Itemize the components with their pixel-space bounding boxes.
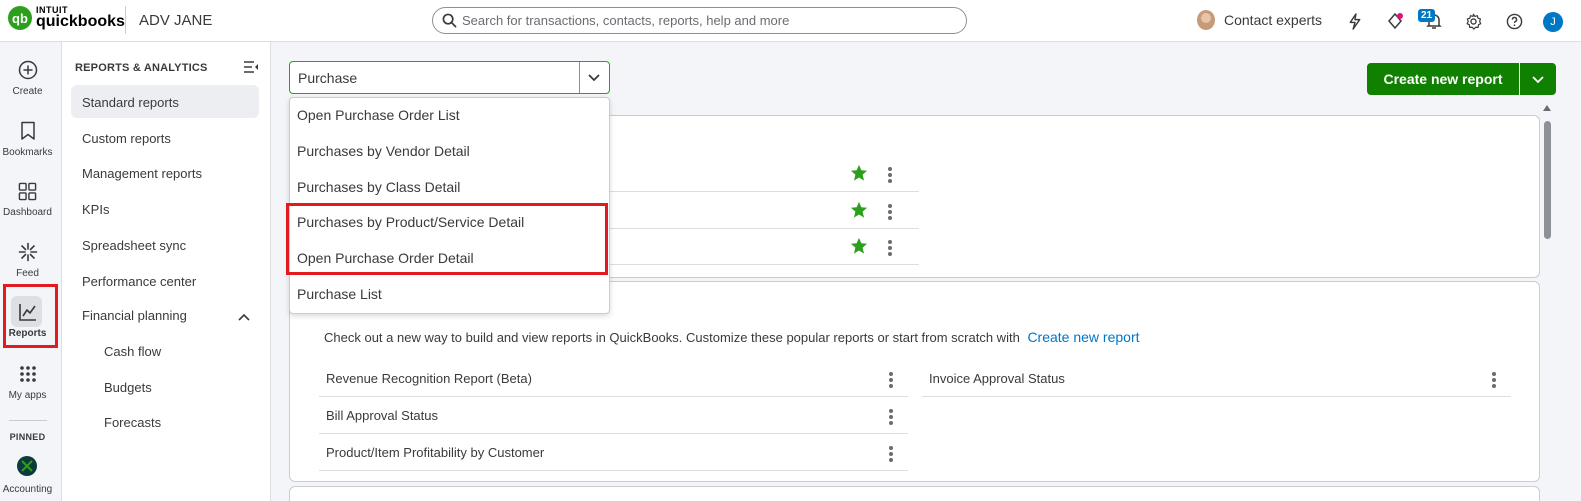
- rail-item-feed[interactable]: Feed: [0, 240, 55, 279]
- reports-subnav: REPORTS & ANALYTICS Standard reports Cus…: [62, 42, 271, 501]
- search-icon: [442, 13, 457, 31]
- report-search-combobox[interactable]: Purchase: [289, 61, 610, 94]
- rail-item-bookmarks[interactable]: Bookmarks: [0, 119, 55, 158]
- nav-item-cash-flow[interactable]: Cash flow: [104, 344, 161, 359]
- contact-experts-label: Contact experts: [1224, 12, 1323, 28]
- dropdown-option[interactable]: Purchases by Class Detail: [297, 179, 460, 195]
- favorite-star-icon[interactable]: [850, 201, 868, 222]
- rail-item-create[interactable]: Create: [0, 58, 55, 97]
- logo-product-text: quickbooks: [36, 13, 125, 30]
- contact-experts-button[interactable]: Contact experts: [1197, 10, 1322, 30]
- nav-item-forecasts[interactable]: Forecasts: [104, 415, 161, 430]
- report-name[interactable]: Invoice Approval Status: [929, 371, 1065, 386]
- report-name[interactable]: Revenue Recognition Report (Beta): [326, 371, 532, 386]
- more-options-icon[interactable]: [1492, 372, 1496, 390]
- create-new-report-button[interactable]: Create new report: [1367, 63, 1519, 95]
- nav-item-standard-reports[interactable]: Standard reports: [82, 95, 179, 110]
- nav-item-management-reports[interactable]: Management reports: [82, 166, 202, 181]
- nav-item-custom-reports[interactable]: Custom reports: [82, 131, 171, 146]
- report-name[interactable]: Bill Approval Status: [326, 408, 438, 423]
- more-options-icon[interactable]: [888, 240, 892, 258]
- qb-logo-icon: qb: [8, 6, 32, 30]
- expert-avatar: [1197, 10, 1215, 30]
- nav-item-budgets[interactable]: Budgets: [104, 380, 152, 395]
- rail-label: Dashboard: [3, 207, 52, 218]
- nav-item-spreadsheet-sync[interactable]: Spreadsheet sync: [82, 238, 186, 253]
- chevron-down-icon: [1532, 76, 1544, 84]
- report-search-value[interactable]: Purchase: [298, 70, 357, 86]
- modern-reports-intro: Check out a new way to build and view re…: [324, 329, 1140, 345]
- bookmark-icon: [16, 119, 40, 143]
- more-options-icon[interactable]: [889, 372, 893, 390]
- rail-label: Feed: [16, 268, 39, 279]
- report-row[interactable]: Invoice Approval Status: [922, 360, 1511, 397]
- rail-divider: [9, 420, 47, 421]
- more-options-icon[interactable]: [888, 167, 892, 185]
- chevron-down-icon[interactable]: [587, 70, 601, 87]
- favorite-star-icon[interactable]: [850, 164, 868, 185]
- user-avatar[interactable]: J: [1543, 12, 1563, 32]
- nav-item-performance-center[interactable]: Performance center: [82, 274, 196, 289]
- notifications-badge: 21: [1418, 9, 1436, 22]
- dropdown-option[interactable]: Purchase List: [297, 286, 382, 302]
- collapse-menu-icon[interactable]: [243, 60, 259, 77]
- lightning-icon[interactable]: [1346, 12, 1364, 30]
- global-search[interactable]: [432, 7, 967, 34]
- rail-label: Bookmarks: [2, 147, 53, 158]
- header-divider: [125, 6, 126, 34]
- next-card: [289, 486, 1540, 501]
- report-name[interactable]: Product/Item Profitability by Customer: [326, 445, 544, 460]
- pinned-heading: PINNED: [9, 432, 46, 442]
- top-bar: qb INTUIT quickbooks ADV JANE Contact ex…: [0, 0, 1581, 42]
- plus-circle-icon: [16, 58, 40, 82]
- assistant-icon[interactable]: [1386, 12, 1404, 30]
- gear-icon[interactable]: [1464, 12, 1482, 30]
- combobox-divider: [579, 62, 580, 93]
- rail-label: Accounting: [2, 484, 53, 495]
- search-input[interactable]: [462, 11, 957, 30]
- chevron-up-icon[interactable]: [238, 309, 250, 324]
- apps-grid-icon: [16, 362, 40, 386]
- more-options-icon[interactable]: [889, 446, 893, 464]
- dropdown-highlight-box: [286, 203, 608, 275]
- rail-item-dashboard[interactable]: Dashboard: [0, 179, 55, 218]
- intro-text: Check out a new way to build and view re…: [324, 330, 1020, 345]
- more-options-icon[interactable]: [889, 409, 893, 427]
- dropdown-option[interactable]: Open Purchase Order List: [297, 107, 460, 123]
- report-row[interactable]: Bill Approval Status: [319, 397, 908, 434]
- help-icon[interactable]: [1505, 12, 1523, 30]
- subnav-heading: REPORTS & ANALYTICS: [75, 62, 208, 74]
- vertical-scrollbar[interactable]: [1543, 105, 1552, 501]
- dropdown-option[interactable]: Purchases by Vendor Detail: [297, 143, 470, 159]
- report-row[interactable]: Product/Item Profitability by Customer: [319, 434, 908, 471]
- scroll-up-arrow-icon[interactable]: [1543, 105, 1551, 111]
- rail-item-my-apps[interactable]: My apps: [0, 362, 55, 401]
- feed-icon: [16, 240, 40, 264]
- nav-item-financial-planning[interactable]: Financial planning: [82, 308, 187, 323]
- create-report-menu-button[interactable]: [1520, 63, 1556, 95]
- create-new-report-link[interactable]: Create new report: [1027, 329, 1139, 345]
- more-options-icon[interactable]: [888, 204, 892, 222]
- company-name[interactable]: ADV JANE: [139, 12, 212, 29]
- reports-highlight-box: [3, 284, 58, 348]
- scrollbar-thumb[interactable]: [1544, 121, 1551, 239]
- favorite-star-icon[interactable]: [850, 237, 868, 258]
- rail-item-accounting[interactable]: Accounting: [0, 484, 55, 495]
- accounting-app-icon[interactable]: [17, 456, 37, 476]
- rail-label: Create: [12, 86, 43, 97]
- nav-item-kpis[interactable]: KPIs: [82, 202, 109, 217]
- quickbooks-logo[interactable]: qb INTUIT quickbooks: [8, 6, 125, 30]
- rail-label: My apps: [8, 390, 47, 401]
- report-row[interactable]: Revenue Recognition Report (Beta): [319, 360, 908, 397]
- dashboard-icon: [16, 179, 40, 203]
